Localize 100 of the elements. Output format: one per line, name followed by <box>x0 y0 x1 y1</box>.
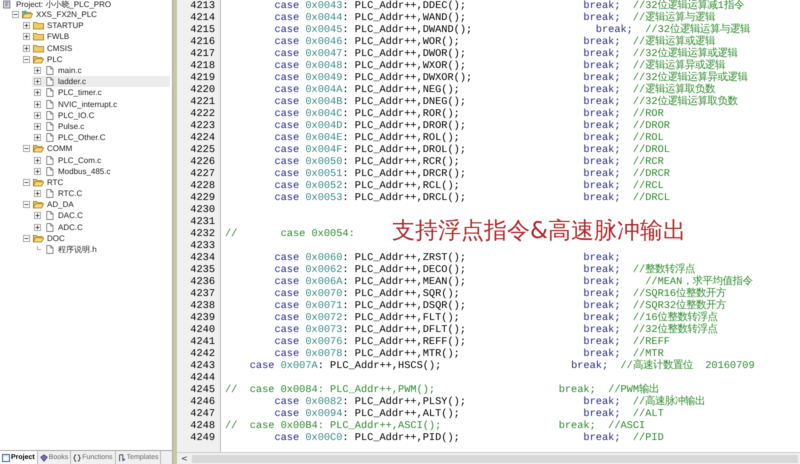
line-number: 4238 <box>189 300 216 312</box>
target-folder-icon <box>22 10 33 20</box>
file-icon <box>44 77 55 86</box>
tree-item[interactable]: PLC_IO.C <box>32 110 170 121</box>
tree-item[interactable]: DOC <box>21 232 170 244</box>
expand-icon[interactable] <box>34 78 41 86</box>
collapse-icon[interactable] <box>23 145 30 152</box>
line-number: 4222 <box>189 108 216 120</box>
tree-item[interactable]: 程序说明.h <box>32 244 170 256</box>
code-line: case 0x0046: PLC_Addr++,WOR(); break; //逻辑运算或逻辑 <box>273 36 716 48</box>
code-line: case 0x0050: PLC_Addr++,RCR(); break; //RCR <box>273 156 664 168</box>
expand-icon[interactable] <box>34 190 41 198</box>
tree-item[interactable]: CMSIS <box>21 42 170 54</box>
braces-icon <box>73 454 82 462</box>
book-icon <box>40 454 48 462</box>
tree-item[interactable]: PLC_Other.C <box>32 132 170 144</box>
code-line: case 0x0073: PLC_Addr++,DFLT(); break; //32位整数转浮点 <box>273 324 718 336</box>
file-icon <box>44 189 55 198</box>
line-number: 4244 <box>189 372 216 384</box>
expand-icon[interactable] <box>23 22 30 30</box>
expand-icon[interactable] <box>34 112 41 119</box>
collapse-icon[interactable] <box>23 201 30 208</box>
line-number: 4213 <box>189 0 216 12</box>
line-number: 4215 <box>189 24 216 36</box>
code-line: case 0x0049: PLC_Addr++,DWXOR(); break; //32位逻辑运算异或逻辑 <box>273 72 748 84</box>
tree-item[interactable]: COMM <box>21 143 170 154</box>
expand-icon[interactable] <box>34 100 41 108</box>
open-folder-icon <box>33 178 44 187</box>
file-icon <box>44 133 55 142</box>
tree-item[interactable]: Pulse.c <box>32 120 170 132</box>
tree-item[interactable]: PLC <box>21 54 170 65</box>
tree-item[interactable]: FWLB <box>21 31 170 43</box>
expand-icon[interactable] <box>23 44 30 52</box>
folder-icon <box>33 21 44 30</box>
expand-icon[interactable] <box>34 224 41 231</box>
open-folder-icon <box>33 200 44 210</box>
expand-icon[interactable] <box>34 89 41 96</box>
open-folder-icon <box>33 54 44 64</box>
line-number: 4249 <box>189 432 216 444</box>
code-line: case 0x0062: PLC_Addr++,DECO(); break; //整数转浮点 <box>273 264 696 276</box>
file-icon <box>44 245 55 254</box>
open-folder-icon <box>33 144 44 154</box>
line-number: 4220 <box>189 84 216 96</box>
tree-item[interactable]: NVIC_interrupt.c <box>32 98 170 110</box>
tree-item[interactable]: main.c <box>32 64 170 76</box>
collapse-icon[interactable] <box>23 178 30 186</box>
line-number: 4247 <box>189 408 216 420</box>
code-line: case 0x00C0: PLC_Addr++,PID(); break; //PID <box>273 432 664 444</box>
code-line: case 0x0052: PLC_Addr++,RCL(); break; //RCL <box>273 180 664 192</box>
expand-icon[interactable] <box>34 67 41 74</box>
tree-item[interactable]: PLC_Com.c <box>32 154 170 166</box>
line-number: 4217 <box>189 48 216 60</box>
expand-icon[interactable] <box>34 212 41 220</box>
tree-item[interactable]: PLC_timer.c <box>32 87 170 98</box>
file-icon <box>44 66 55 76</box>
file-icon <box>44 88 55 98</box>
code-line: case 0x004A: PLC_Addr++,NEG(); break; //逻辑运算取负数 <box>273 84 716 96</box>
tree-item[interactable]: Modbus_485.c <box>32 166 170 177</box>
collapse-icon[interactable] <box>12 11 19 18</box>
tree-item[interactable]: RTC <box>21 176 170 188</box>
tree-item[interactable]: DAC.C <box>32 210 170 222</box>
line-number: 4234 <box>189 252 216 264</box>
code-line: case 0x0082: PLC_Addr++,PLSY(); break; //高速脉冲输出 <box>273 396 706 408</box>
collapse-icon[interactable] <box>23 234 30 242</box>
code-line: // case 0x00B4: PLC_Addr++,ASCI(); break; //ASCI <box>225 420 646 432</box>
code-line: case 0x0045: PLC_Addr++,DWAND(); break; //32位逻辑运算与逻辑 <box>273 24 750 36</box>
collapse-icon[interactable] <box>23 56 30 63</box>
code-line: case 0x0051: PLC_Addr++,DRCR(); break; //DRCR <box>273 168 670 180</box>
scrollbar-thumb[interactable] <box>192 454 798 462</box>
code-line: case 0x0060: PLC_Addr++,ZRST(); break; <box>273 252 620 264</box>
code-line: case 0x007A: PLC_Addr++,HSCS(); break; //高速计数置位 20160709 <box>248 360 755 372</box>
code-line: case 0x0048: PLC_Addr++,WXOR(); break; //逻辑运算异或逻辑 <box>273 60 726 72</box>
tree-item[interactable]: STARTUP <box>21 20 170 32</box>
tree-item[interactable]: AD_DA <box>21 199 170 210</box>
project-root[interactable]: Project: 小小晓_PLC_PRO <box>0 0 170 9</box>
code-line: case 0x0047: PLC_Addr++,DWOR(); break; //32位逻辑运算或逻辑 <box>273 48 738 60</box>
code-line: case 0x004B: PLC_Addr++,DNEG(); break; //32位逻辑运算取负数 <box>273 96 738 108</box>
tree-item[interactable]: RTC.C <box>32 188 170 200</box>
line-number: 4239 <box>189 312 216 324</box>
file-icon <box>44 100 55 109</box>
expand-icon[interactable] <box>34 134 41 142</box>
tree-item[interactable]: ADC.C <box>32 222 170 233</box>
code-line: case 0x0044: PLC_Addr++,WAND(); break; //逻辑运算与逻辑 <box>273 12 716 24</box>
line-number: 4240 <box>189 324 216 336</box>
line-number: 4229 <box>189 192 216 204</box>
code-line: case 0x0070: PLC_Addr++,SQR(); break; //SQR16位整数开方 <box>273 288 726 300</box>
scroll-left-button[interactable]: < <box>177 454 192 463</box>
line-number: 4230 <box>189 204 216 216</box>
line-number: 4233 <box>189 240 216 252</box>
tree-item[interactable]: ladder.c <box>32 76 170 88</box>
expand-icon[interactable] <box>34 122 41 130</box>
expand-icon[interactable] <box>23 33 30 40</box>
expand-icon[interactable] <box>34 168 41 175</box>
tree-item[interactable]: XXS_FX2N_PLC <box>10 9 170 20</box>
file-icon <box>44 156 55 165</box>
annotation-text: 支持浮点指令&高速脉冲输出 <box>392 217 686 246</box>
code-line: case 0x004D: PLC_Addr++,DROR(); break; //DROR <box>273 120 670 132</box>
expand-icon[interactable] <box>34 156 41 164</box>
folder-icon <box>33 44 44 53</box>
code-line: case 0x004E: PLC_Addr++,ROL(); break; //ROL <box>273 132 664 144</box>
